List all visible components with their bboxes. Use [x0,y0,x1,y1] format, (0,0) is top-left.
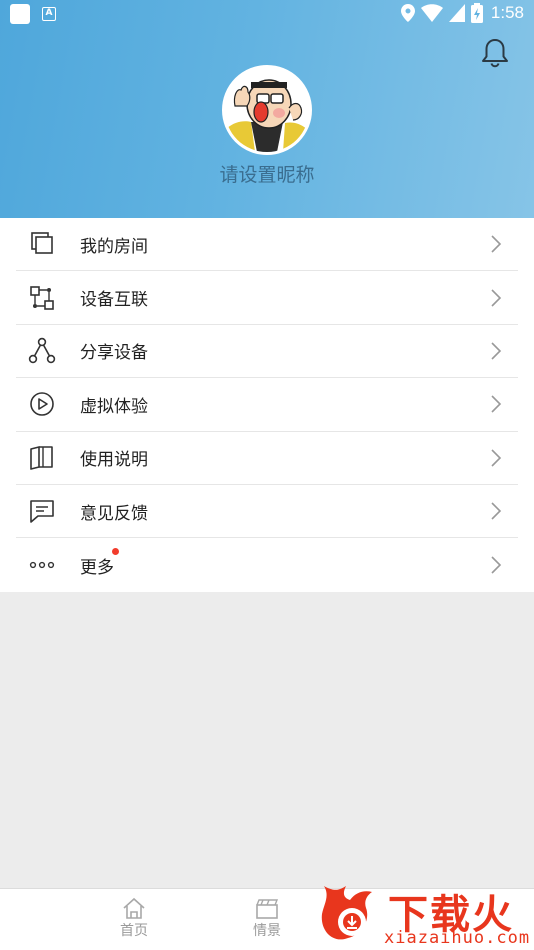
chevron-right-icon [491,289,502,307]
home-icon [123,897,145,919]
menu-item-share-device[interactable]: 分享设备 [16,325,518,379]
status-time: 1:58 [490,3,524,22]
feedback-icon [30,500,54,523]
menu-item-label: 分享设备 [80,343,148,364]
rooms-icon [31,232,53,254]
signal-icon [448,4,465,22]
chevron-right-icon [491,556,502,574]
location-icon [400,4,415,22]
tab-label: 首页 [120,923,148,939]
chevron-right-icon [491,502,502,520]
avatar[interactable] [222,65,312,155]
menu-item-label: 更多 [80,557,114,578]
new-badge-dot [112,548,119,556]
chevron-right-icon [491,449,502,467]
menu-item-label: 意见反馈 [80,503,148,524]
menu-item-more[interactable]: 更多 [16,538,518,591]
bell-icon[interactable] [478,36,512,70]
chevron-right-icon [491,342,502,360]
menu-item-device-link[interactable]: 设备互联 [16,271,518,325]
tab-home[interactable]: 首页 [104,897,164,940]
watermark-site: xiazaihuo.com [384,928,531,948]
avatar-image [225,68,309,152]
tab-scene[interactable]: 情景 [237,897,297,940]
flame-logo-icon [321,886,372,940]
battery-icon [470,3,483,23]
scene-icon [256,899,279,919]
share-icon [28,337,56,364]
menu-item-label: 我的房间 [80,236,148,257]
device-link-icon [30,285,54,310]
keyboard-icon: A [42,7,56,21]
status-bar: A 1:58 [0,0,534,28]
nickname-label[interactable]: 请设置昵称 [0,160,534,187]
notification-icon [10,4,30,24]
menu-list: 我的房间 设备互联 分享设备 虚拟体验 使用说明 意见反馈 更多 [0,218,534,592]
menu-item-label: 设备互联 [80,290,148,311]
more-icon [29,561,55,569]
profile-header: A 1:58 请设置昵称 [0,0,534,218]
play-icon [30,392,54,417]
menu-item-label: 使用说明 [80,450,148,471]
menu-item-feedback[interactable]: 意见反馈 [16,485,518,539]
watermark-logo: 下载火 xiazaihuo.com [316,880,534,950]
tab-label: 情景 [253,923,281,939]
menu-item-my-rooms[interactable]: 我的房间 [16,218,518,272]
menu-item-virtual-experience[interactable]: 虚拟体验 [16,378,518,432]
menu-item-instructions[interactable]: 使用说明 [16,432,518,485]
chevron-right-icon [491,395,502,413]
manual-icon [30,445,53,470]
wifi-icon [420,4,443,22]
chevron-right-icon [491,235,502,253]
menu-item-label: 虚拟体验 [80,396,148,417]
